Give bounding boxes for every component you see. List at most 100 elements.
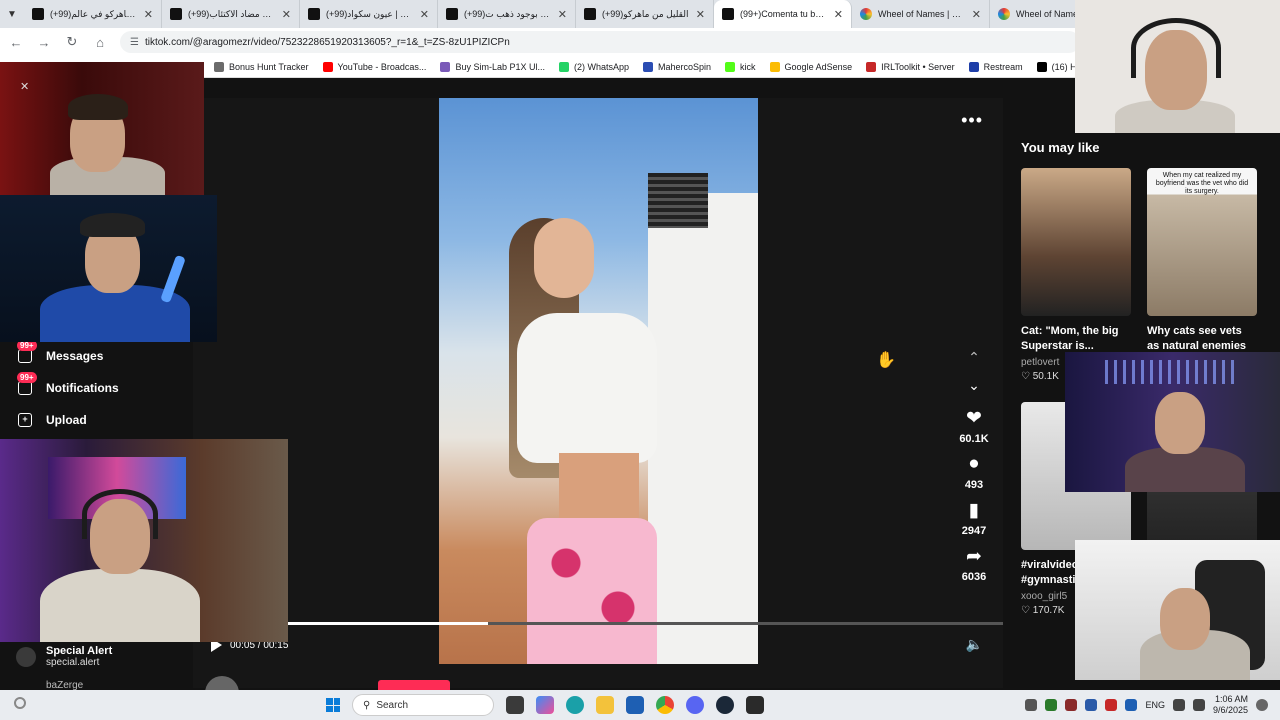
tiktok-icon [584, 8, 596, 20]
tray-app-icon[interactable] [1025, 699, 1038, 711]
close-icon[interactable]: ✕ [420, 8, 429, 21]
reload-icon[interactable]: ↻ [64, 34, 80, 50]
browser-tab[interactable]: Wheel of Names | عشوائي ✕ [852, 0, 990, 28]
bookmark-item[interactable]: IRLToolkit • Server [866, 61, 955, 72]
webcam-left-2 [0, 195, 217, 342]
tray-app-icon[interactable] [1065, 699, 1078, 711]
video-thumbnail[interactable]: When my cat realized my boyfriend was th… [1147, 168, 1257, 316]
bookmark-item[interactable]: (2) WhatsApp [558, 61, 629, 72]
clock[interactable]: 1:06 AM 9/6/2025 [1213, 694, 1248, 716]
close-icon[interactable]: ✕ [834, 8, 843, 21]
save-action[interactable]: ▮ 2947 [961, 497, 987, 538]
steam-icon[interactable] [716, 696, 734, 714]
taskbar-search[interactable]: ⚲ Search [352, 694, 494, 716]
bookmark-label: Restream [983, 61, 1023, 72]
close-icon[interactable]: ✕ [282, 8, 291, 21]
site-info-icon[interactable]: ☰ [130, 37, 139, 48]
close-icon[interactable]: ✕ [972, 8, 981, 21]
more-options-icon[interactable]: ••• [961, 110, 983, 131]
browser-tab[interactable]: رحلة ماهركو في عالم(99+) ✕ [24, 0, 162, 28]
browser-tab[interactable]: القليل من ماهركو(99+) ✕ [576, 0, 714, 28]
url-text: tiktok.com/@aragomezr/video/752322865192… [144, 36, 510, 48]
tray-app-icon[interactable] [1105, 699, 1118, 711]
sidebar-nav: 99+ Messages 99+ Notifications + Upload [0, 340, 193, 436]
start-icon[interactable] [326, 698, 340, 712]
tray-app-icon[interactable] [1045, 699, 1058, 711]
tiktok-icon [446, 8, 458, 20]
save-count: 2947 [961, 525, 987, 537]
close-icon[interactable]: ✕ [20, 80, 29, 93]
special-alert-title: Special Alert [46, 645, 113, 657]
bookmark-item[interactable]: YouTube - Broadcas... [322, 61, 426, 72]
file-explorer-icon[interactable] [596, 696, 614, 714]
language-indicator[interactable]: ENG [1145, 700, 1165, 710]
special-alert-row[interactable]: Special Alert special.alert [16, 645, 112, 668]
taskbar-widgets[interactable] [0, 696, 326, 714]
video-chimney [648, 173, 708, 228]
task-view-icon[interactable] [506, 696, 524, 714]
bookmark-item[interactable]: kick [725, 61, 756, 72]
video-thumbnail[interactable] [1021, 168, 1131, 316]
recommended-video-card[interactable]: When my cat realized my boyfriend was th… [1147, 168, 1257, 354]
chrome-icon[interactable] [656, 696, 674, 714]
clock-time: 1:06 AM [1214, 694, 1248, 704]
wifi-icon[interactable] [1172, 699, 1185, 711]
sidebar-item-upload[interactable]: + Upload [0, 404, 193, 436]
epic-games-icon[interactable] [746, 696, 764, 714]
special-alert-avatar [16, 646, 36, 667]
like-count: 50.1K [1032, 371, 1059, 382]
bookmark-icon [725, 61, 736, 72]
action-column: ⌃ ⌄ ❤ 60.1K ● 493 ▮ 2947 ➦ 6036 [953, 343, 995, 584]
speaker-icon[interactable] [1192, 699, 1205, 711]
share-icon[interactable]: ➦ [966, 543, 982, 569]
sidebar-item-notifications[interactable]: 99+ Notifications [0, 372, 193, 404]
bookmark-icon [1036, 61, 1047, 72]
bookmark-item[interactable]: Google AdSense [769, 61, 852, 72]
browser-tab[interactable]: يؤمنون بوجود ذهب ت(99+) ✕ [438, 0, 576, 28]
like-action[interactable]: ❤ 60.1K [959, 405, 988, 446]
close-icon[interactable]: ✕ [558, 8, 567, 21]
browser-tab[interactable]: عيون سكواد(99+) | TikTok ✕ [300, 0, 438, 28]
copilot-icon[interactable] [536, 696, 554, 714]
address-bar[interactable]: ☰ tiktok.com/@aragomezr/video/7523228651… [120, 31, 1080, 53]
widgets-icon[interactable] [14, 697, 26, 709]
cam-head [1160, 588, 1210, 650]
webcam-left-3 [0, 439, 288, 642]
back-icon[interactable]: ← [8, 34, 24, 50]
store-icon[interactable] [626, 696, 644, 714]
home-icon[interactable]: ⌂ [92, 34, 108, 50]
sidebar-item-messages[interactable]: 99+ Messages [0, 340, 193, 372]
bookmark-icon [866, 61, 877, 72]
bookmark-item[interactable]: Buy Sim-Lab P1X Ul... [440, 61, 545, 72]
bookmark-item[interactable]: MahercoSpin [643, 61, 711, 72]
bookmark-icon[interactable]: ▮ [969, 497, 979, 523]
volume-icon[interactable]: 🔈 [966, 636, 983, 653]
close-icon[interactable]: ✕ [144, 8, 153, 21]
bookmark-item[interactable]: Bonus Hunt Tracker [214, 61, 309, 72]
close-icon[interactable]: ✕ [696, 8, 705, 21]
search-icon: ⚲ [363, 699, 371, 711]
sidebar-item-label: Notifications [46, 381, 119, 395]
comment-action[interactable]: ● 493 [965, 451, 983, 491]
share-action[interactable]: ➦ 6036 [962, 543, 986, 584]
browser-tab[interactable]: (99+)Comenta tu bander ✕ [714, 0, 852, 28]
edge-icon[interactable] [566, 696, 584, 714]
bookmark-item[interactable]: Restream [968, 61, 1023, 72]
tab-search-chevron-icon[interactable]: ▼ [0, 0, 24, 28]
bluetooth-icon[interactable] [1125, 699, 1138, 711]
notification-center-icon[interactable] [1256, 699, 1268, 711]
recommended-video-card[interactable]: Cat: "Mom, the big Superstar is... petlov… [1021, 168, 1131, 382]
discord-icon[interactable] [686, 696, 704, 714]
follow-button[interactable] [378, 680, 450, 690]
bookmark-label: Buy Sim-Lab P1X Ul... [455, 61, 545, 72]
video-frame[interactable] [439, 98, 758, 664]
bookmark-label: kick [740, 61, 756, 72]
chevron-down-icon[interactable]: ⌄ [968, 371, 980, 399]
heart-icon[interactable]: ❤ [966, 405, 982, 431]
video-progress-bar[interactable] [288, 622, 1003, 625]
chevron-up-icon[interactable]: ⌃ [968, 343, 980, 371]
browser-tab[interactable]: ماهركو مضاد الاكتئاب(99+) ✕ [162, 0, 300, 28]
comment-icon[interactable]: ● [968, 451, 979, 477]
tray-app-icon[interactable] [1085, 699, 1098, 711]
forward-icon[interactable]: → [36, 34, 52, 50]
